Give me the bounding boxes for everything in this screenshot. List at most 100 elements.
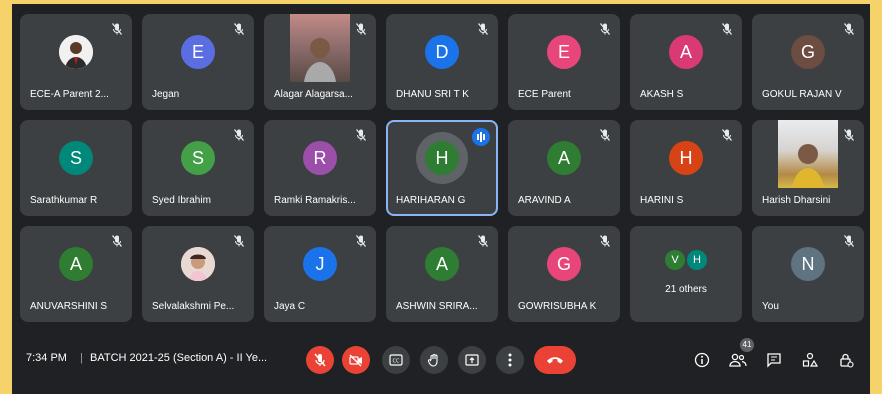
raise-hand-icon xyxy=(427,353,438,367)
people-icon xyxy=(729,353,747,367)
avatar: R xyxy=(303,141,337,175)
muted-mic-icon xyxy=(842,234,856,248)
muted-mic-icon xyxy=(354,22,368,36)
participant-tile[interactable]: S Syed Ibrahim xyxy=(142,120,254,216)
avatar xyxy=(181,247,215,281)
participant-tile[interactable]: E Jegan xyxy=(142,14,254,110)
captions-icon: CC xyxy=(389,354,403,366)
participant-tile[interactable]: ECE-A Parent 2... xyxy=(20,14,132,110)
muted-mic-icon xyxy=(720,128,734,142)
participant-video xyxy=(778,120,838,188)
participant-name: ANUVARSHINI S xyxy=(30,301,108,312)
mic-toggle-button[interactable] xyxy=(306,346,334,374)
participant-tile[interactable]: R Ramki Ramakris... xyxy=(264,120,376,216)
info-icon xyxy=(694,352,710,368)
muted-mic-icon xyxy=(842,22,856,36)
bottom-toolbar: 7:34 PM | BATCH 2021-25 (Section A) - II… xyxy=(12,330,870,390)
participant-tile[interactable]: Harish Dharsini xyxy=(752,120,864,216)
participant-count-badge: 41 xyxy=(740,338,754,352)
participant-name: Harish Dharsini xyxy=(762,195,831,206)
captions-button[interactable]: CC xyxy=(382,346,410,374)
participant-name: HARINI S xyxy=(640,195,684,206)
avatar: H xyxy=(425,141,459,175)
avatar: S xyxy=(59,141,93,175)
participant-name: ECE Parent xyxy=(518,89,571,100)
participant-tile[interactable]: S Sarathkumar R xyxy=(20,120,132,216)
participant-tile[interactable]: H HARINI S xyxy=(630,120,742,216)
participant-name: GOKUL RAJAN V xyxy=(762,89,842,100)
muted-mic-icon xyxy=(720,22,734,36)
people-button[interactable] xyxy=(728,350,748,370)
participant-name: Ramki Ramakris... xyxy=(274,195,356,206)
muted-mic-icon xyxy=(232,234,246,248)
avatar: J xyxy=(303,247,337,281)
more-options-button[interactable] xyxy=(496,346,524,374)
avatar: G xyxy=(791,35,825,69)
svg-text:CC: CC xyxy=(393,359,400,365)
muted-mic-icon xyxy=(354,128,368,142)
muted-mic-icon xyxy=(598,128,612,142)
participant-tile[interactable]: A AKASH S xyxy=(630,14,742,110)
activities-button[interactable] xyxy=(800,350,820,370)
muted-mic-icon xyxy=(476,22,490,36)
participant-name: Sarathkumar R xyxy=(30,195,98,206)
participant-grid: ECE-A Parent 2... E Jegan Alagar Alagarsa..… xyxy=(20,14,864,322)
participant-tile[interactable]: A ASHWIN SRIRA... xyxy=(386,226,498,322)
camera-toggle-button[interactable] xyxy=(342,346,370,374)
participant-name: GOWRISUBHA K xyxy=(518,301,597,312)
meeting-details-button[interactable] xyxy=(692,350,712,370)
participant-name: HARIHARAN G xyxy=(396,195,466,206)
participant-tile[interactable]: J Jaya C xyxy=(264,226,376,322)
host-controls-button[interactable] xyxy=(836,350,856,370)
participant-name: AKASH S xyxy=(640,89,684,100)
participant-tile[interactable]: Alagar Alagarsa... xyxy=(264,14,376,110)
muted-mic-icon xyxy=(354,234,368,248)
participant-tile[interactable]: N You xyxy=(752,226,864,322)
mic-off-icon xyxy=(314,353,326,367)
avatar: H xyxy=(687,250,707,270)
avatar: H xyxy=(669,141,703,175)
participant-name: Syed Ibrahim xyxy=(152,195,211,206)
chat-icon xyxy=(767,353,781,368)
avatar: G xyxy=(547,247,581,281)
participant-tile[interactable]: Selvalakshmi Pe... xyxy=(142,226,254,322)
leave-call-button[interactable] xyxy=(534,346,576,374)
participant-tile[interactable]: V H 21 others xyxy=(630,226,742,322)
participant-name: You xyxy=(762,301,779,312)
avatar: A xyxy=(547,141,581,175)
participant-name: ASHWIN SRIRA... xyxy=(396,301,478,312)
participant-tile[interactable]: E ECE Parent xyxy=(508,14,620,110)
participant-tile[interactable]: A ANUVARSHINI S xyxy=(20,226,132,322)
others-avatars: VH xyxy=(665,250,707,270)
avatar: A xyxy=(425,247,459,281)
participant-tile[interactable]: A ARAVIND A xyxy=(508,120,620,216)
raise-hand-button[interactable] xyxy=(420,346,448,374)
avatar: A xyxy=(59,247,93,281)
avatar xyxy=(59,35,93,69)
participant-video xyxy=(290,14,350,82)
participant-name: ECE-A Parent 2... xyxy=(30,89,109,100)
avatar: S xyxy=(181,141,215,175)
present-button[interactable] xyxy=(458,346,486,374)
participant-tile[interactable]: G GOKUL RAJAN V xyxy=(752,14,864,110)
meeting-title[interactable]: BATCH 2021-25 (Section A) - II Ye... xyxy=(90,352,290,364)
participant-tile[interactable]: G GOWRISUBHA K xyxy=(508,226,620,322)
avatar: V xyxy=(665,250,685,270)
participant-name: Selvalakshmi Pe... xyxy=(152,301,235,312)
muted-mic-icon xyxy=(110,22,124,36)
activities-icon xyxy=(802,352,818,367)
participant-name: DHANU SRI T K xyxy=(396,89,469,100)
participant-name: Jaya C xyxy=(274,301,306,312)
avatar: D xyxy=(425,35,459,69)
end-call-icon xyxy=(547,357,563,364)
muted-mic-icon xyxy=(842,128,856,142)
muted-mic-icon xyxy=(598,22,612,36)
chat-button[interactable] xyxy=(764,350,784,370)
participant-tile[interactable]: D DHANU SRI T K xyxy=(386,14,498,110)
participant-name: ARAVIND A xyxy=(518,195,571,206)
avatar: E xyxy=(547,35,581,69)
participant-tile[interactable]: H HARIHARAN G xyxy=(386,120,498,216)
meet-window: ECE-A Parent 2... E Jegan Alagar Alagarsa..… xyxy=(12,4,870,394)
avatar: A xyxy=(669,35,703,69)
speaking-indicator-icon xyxy=(472,128,490,146)
